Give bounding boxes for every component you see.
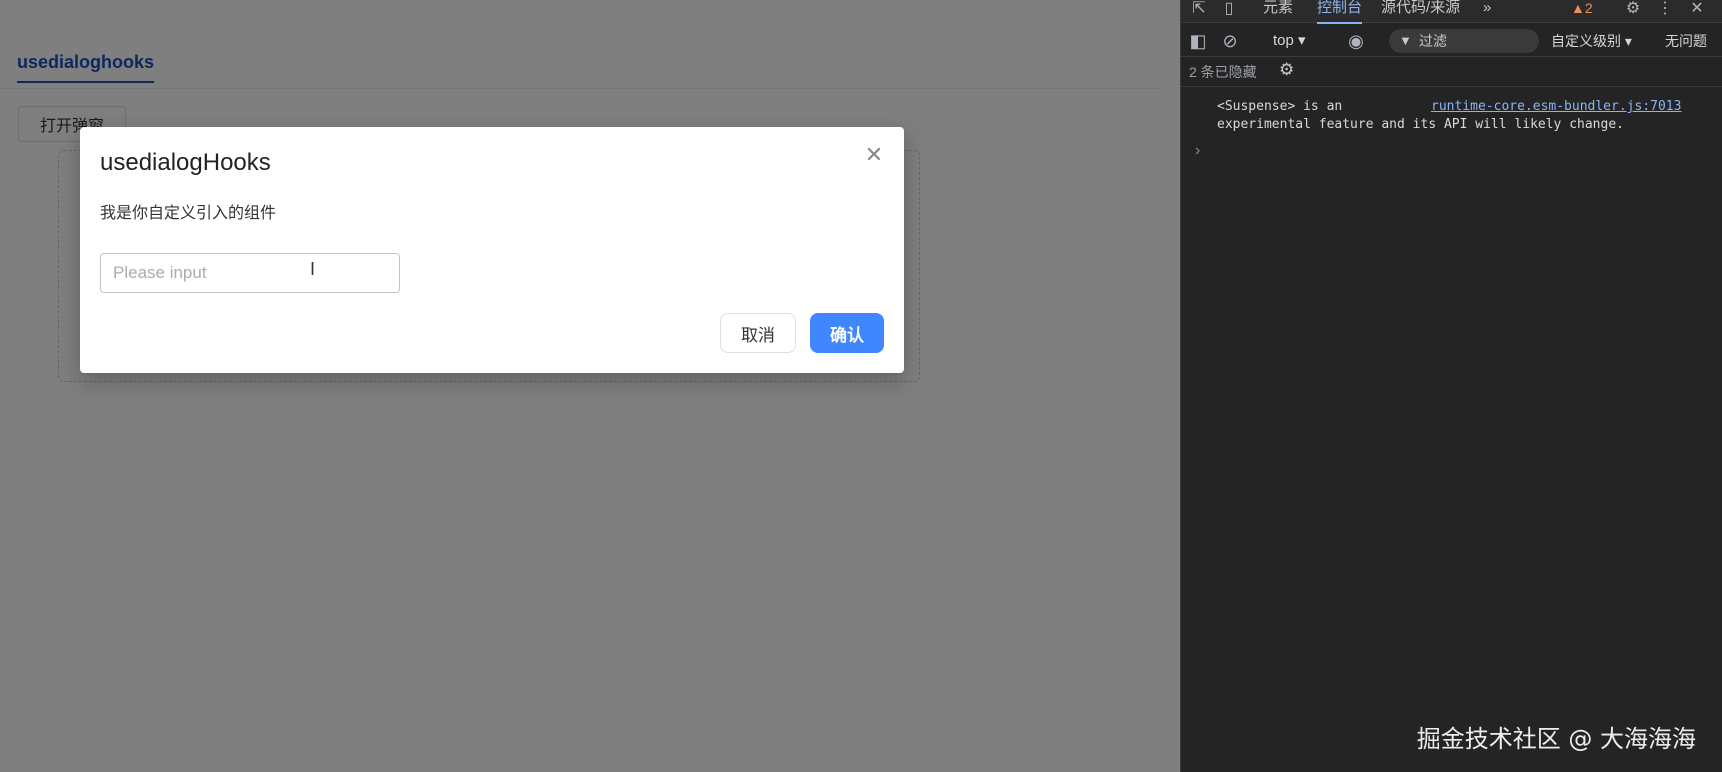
confirm-button[interactable]: 确认 (810, 313, 884, 353)
issues-counter[interactable]: 无问题 (1665, 31, 1707, 51)
warning-icon: ▲ (1571, 0, 1585, 16)
tab-console[interactable]: 控制台 (1317, 0, 1363, 24)
warning-count: 2 (1584, 0, 1593, 16)
console-message-line2: experimental feature and its API will li… (1217, 117, 1624, 132)
inspect-element-icon[interactable]: ⇱ (1187, 0, 1211, 22)
warning-badge[interactable]: ▲2 (1571, 0, 1593, 16)
more-tabs-icon[interactable]: » (1483, 0, 1491, 22)
filter-funnel-icon: ▼ (1399, 33, 1412, 48)
close-devtools-icon[interactable]: ✕ (1685, 0, 1709, 22)
dialog: usedialogHooks ✕ 我是你自定义引入的组件 I 取消 确认 (80, 127, 904, 373)
console-settings-gear-icon[interactable]: ⚙ (1279, 60, 1294, 80)
close-icon[interactable]: ✕ (862, 143, 886, 167)
dialog-title: usedialogHooks (100, 149, 271, 176)
divider (1181, 86, 1722, 87)
devtools-tab-bar: ⇱ ▯ 元素 控制台 源代码/来源 » ▲2 ⚙ ⋮ ✕ (1181, 0, 1722, 24)
dialog-input[interactable] (100, 253, 400, 293)
hidden-messages-count: 2 条已隐藏 (1189, 64, 1257, 80)
filter-placeholder: 过滤 (1419, 33, 1447, 49)
app-page: usedialoghooks 打开弹窗 usedialogHooks ✕ 我是你… (0, 0, 1180, 772)
console-message-source-link[interactable]: runtime-core.esm-bundler.js:7013 (1431, 98, 1681, 116)
context-selector[interactable]: top ▾ (1273, 31, 1306, 49)
log-level-dropdown[interactable]: 自定义级别 ▾ (1551, 31, 1632, 51)
clear-console-icon[interactable]: ⊘ (1219, 30, 1241, 52)
console-message: <Suspense> is an experimental feature an… (1217, 98, 1707, 134)
tab-elements[interactable]: 元素 (1263, 0, 1293, 22)
screen-root: usedialoghooks 打开弹窗 usedialogHooks ✕ 我是你… (0, 0, 1722, 772)
dialog-body-text: 我是你自定义引入的组件 (100, 203, 277, 222)
console-prompt-chevron-icon[interactable]: › (1195, 142, 1200, 160)
watermark: 掘金技术社区 @ 大海海海 (1416, 725, 1696, 753)
devtools-panel: ⇱ ▯ 元素 控制台 源代码/来源 » ▲2 ⚙ ⋮ ✕ ◧ ⊘ top ▾ ◉… (1180, 0, 1722, 772)
text-cursor-icon: I (310, 259, 316, 279)
sidebar-toggle-icon[interactable]: ◧ (1187, 30, 1209, 52)
cancel-button[interactable]: 取消 (720, 313, 796, 353)
tab-sources[interactable]: 源代码/来源 (1381, 0, 1460, 22)
more-options-icon[interactable]: ⋮ (1653, 0, 1677, 22)
filter-input[interactable]: ▼ 过滤 (1389, 29, 1539, 53)
device-toolbar-icon[interactable]: ▯ (1217, 0, 1241, 22)
modal-overlay[interactable] (0, 0, 1180, 772)
settings-gear-icon[interactable]: ⚙ (1621, 0, 1645, 22)
live-expression-eye-icon[interactable]: ◉ (1345, 30, 1367, 52)
console-toolbar: ◧ ⊘ top ▾ ◉ ▼ 过滤 自定义级别 ▾ 无问题 (1181, 26, 1722, 57)
